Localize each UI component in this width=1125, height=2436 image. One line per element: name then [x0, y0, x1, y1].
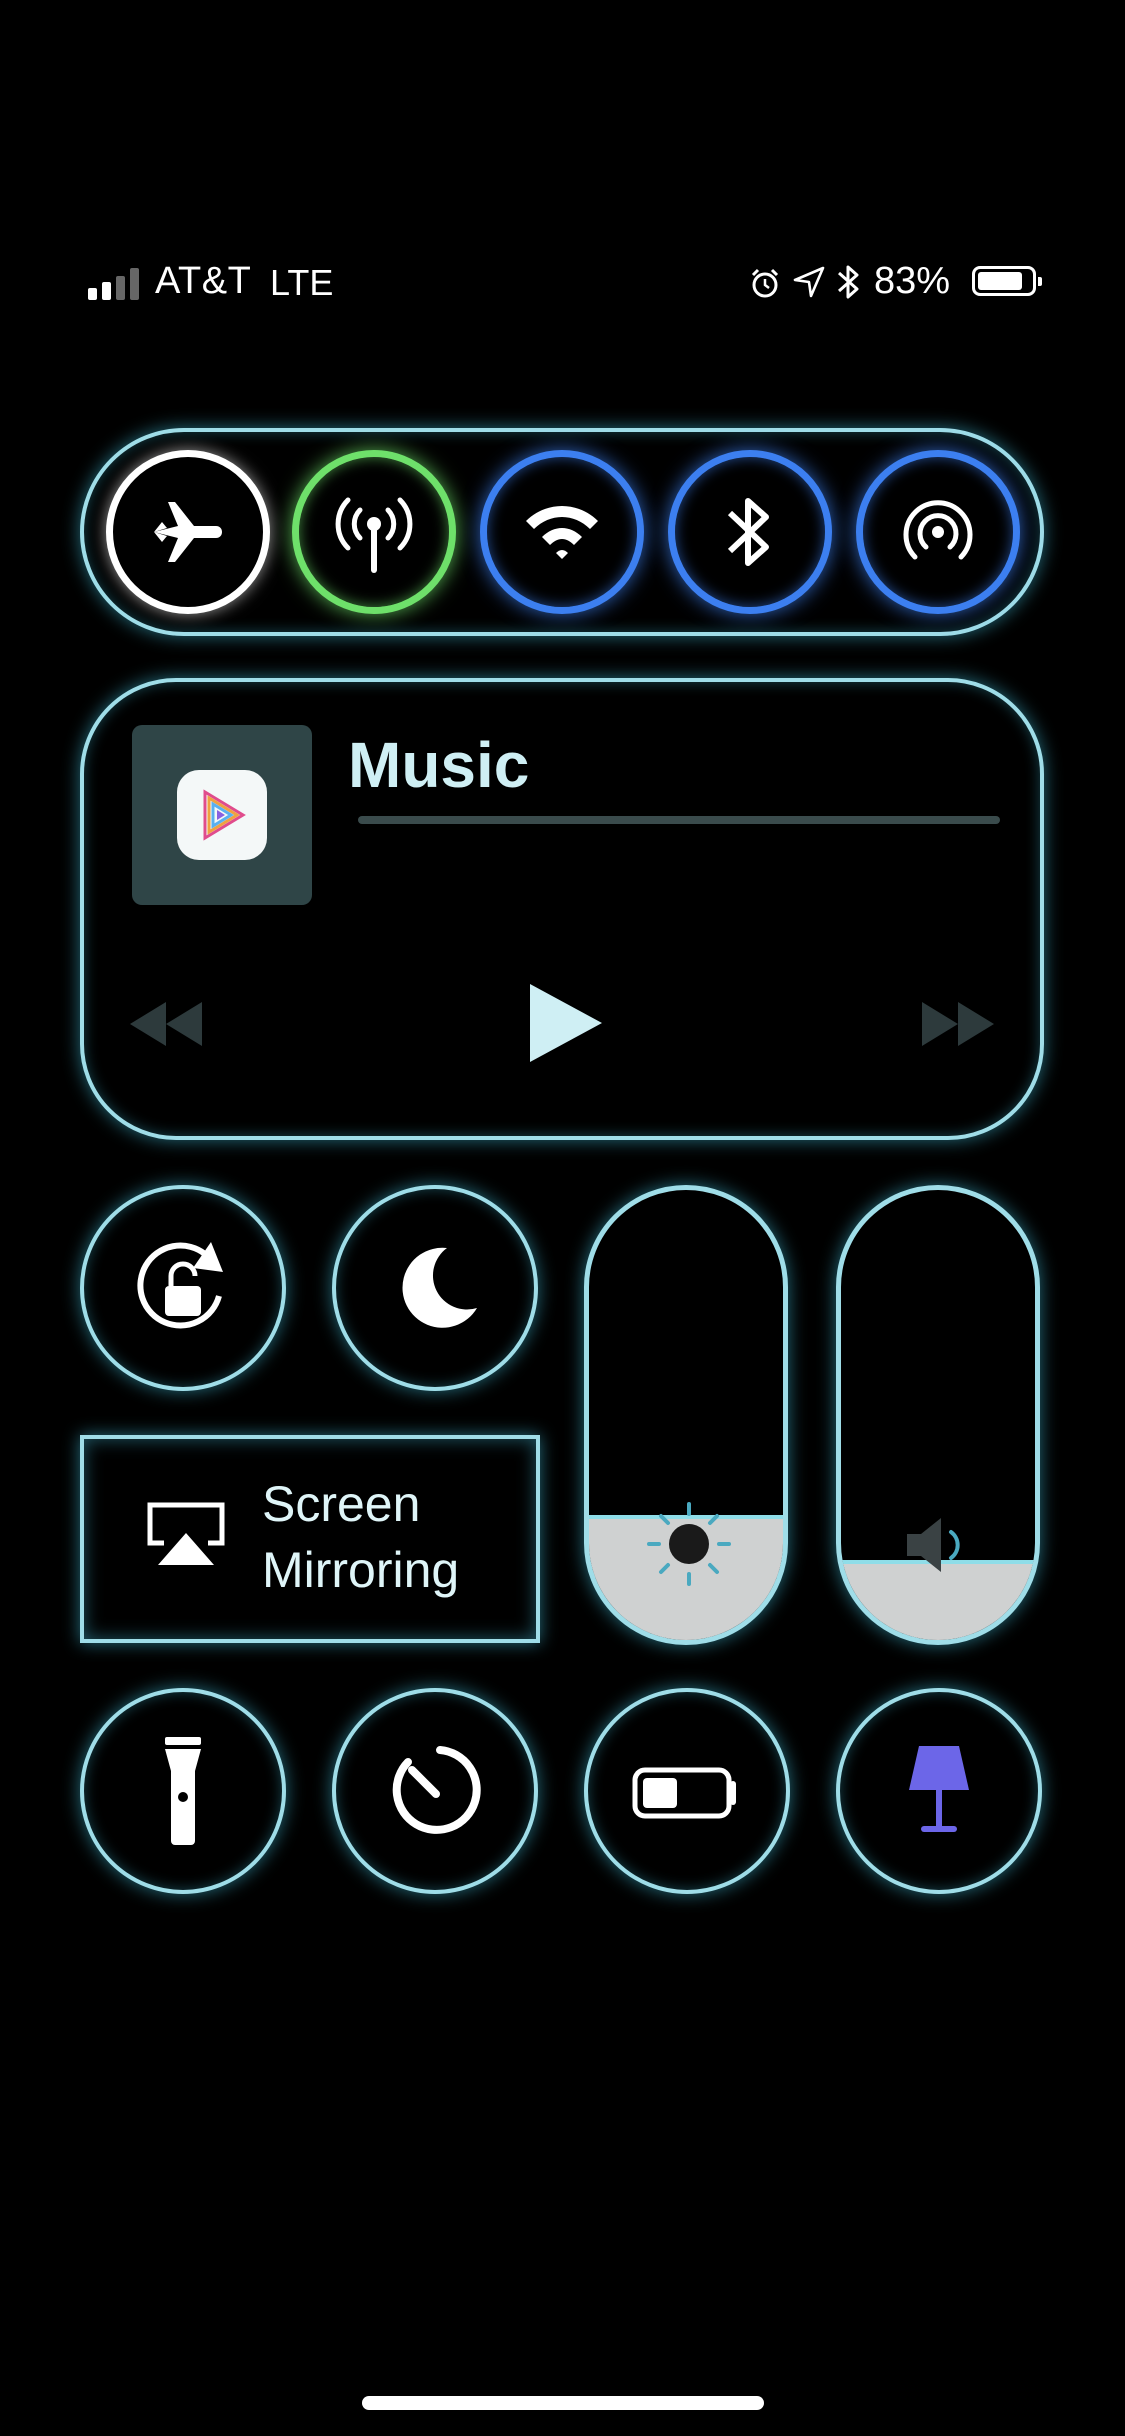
- home-lamp-button[interactable]: [836, 1688, 1042, 1894]
- alarm-icon: [751, 268, 779, 298]
- wifi-button[interactable]: [480, 450, 644, 614]
- moon-icon: [402, 1247, 477, 1328]
- antenna-icon: [335, 497, 413, 573]
- airplane-mode-button[interactable]: [106, 450, 270, 614]
- music-app-icon: [177, 770, 267, 860]
- screen-mirroring-icon: [147, 1502, 225, 1565]
- brightness-slider[interactable]: [584, 1185, 788, 1645]
- wifi-icon: [526, 506, 598, 559]
- airdrop-icon: [903, 500, 973, 560]
- airplane-icon: [154, 502, 222, 562]
- volume-slider[interactable]: [836, 1185, 1040, 1645]
- rotation-lock-button[interactable]: [80, 1185, 286, 1391]
- playback-progress-bar[interactable]: [358, 816, 1000, 824]
- carrier-name: AT&T: [155, 260, 252, 302]
- signal-strength-icon: [88, 268, 144, 300]
- lamp-icon: [909, 1746, 969, 1832]
- now-playing-title: Music: [348, 729, 530, 801]
- timer-icon: [392, 1746, 481, 1834]
- timer-button[interactable]: [332, 1688, 538, 1894]
- album-art[interactable]: [132, 725, 312, 905]
- speaker-icon: [907, 1518, 960, 1572]
- home-indicator[interactable]: [362, 2396, 764, 2410]
- cellular-data-button[interactable]: [292, 450, 456, 614]
- do-not-disturb-button[interactable]: [332, 1185, 538, 1391]
- location-icon: [793, 266, 825, 298]
- battery-icon: [632, 1767, 736, 1819]
- play-icon[interactable]: [526, 980, 606, 1066]
- low-power-mode-button[interactable]: [584, 1688, 790, 1894]
- flashlight-button[interactable]: [80, 1688, 286, 1894]
- screen-mirroring-button[interactable]: Screen Mirroring: [80, 1435, 540, 1643]
- network-type: LTE: [270, 262, 334, 303]
- flashlight-icon: [165, 1737, 201, 1845]
- brightness-icon: [647, 1502, 731, 1586]
- airdrop-button[interactable]: [856, 450, 1020, 614]
- battery-icon: [972, 266, 1042, 296]
- rotation-lock-icon: [137, 1242, 223, 1329]
- rewind-icon[interactable]: [128, 996, 204, 1052]
- fast-forward-icon[interactable]: [920, 996, 996, 1052]
- bluetooth-icon: [727, 498, 769, 566]
- bluetooth-icon: [838, 265, 859, 299]
- screen-mirroring-label: Screen Mirroring: [262, 1476, 460, 1598]
- bluetooth-button[interactable]: [668, 450, 832, 614]
- battery-percentage: 83%: [874, 260, 951, 302]
